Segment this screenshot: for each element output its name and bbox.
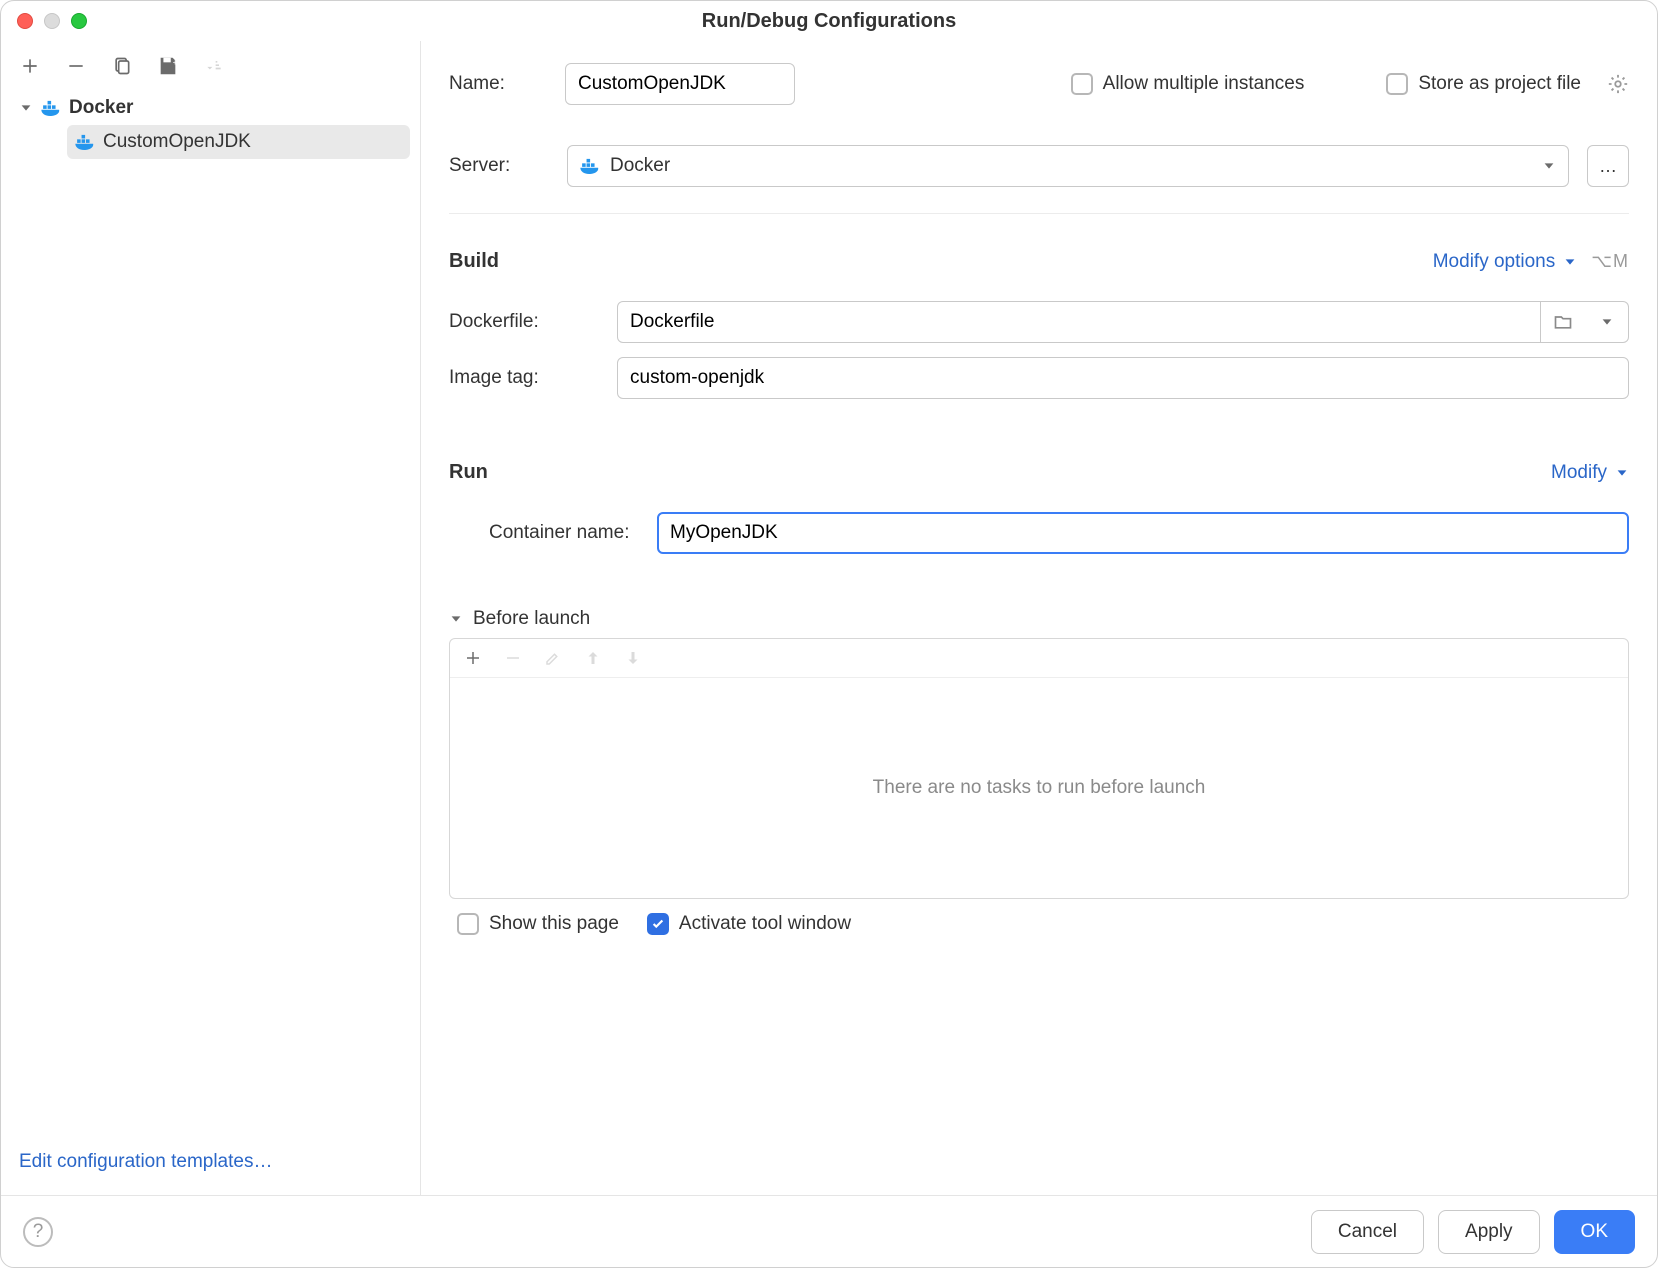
config-tree: Docker CustomOpenJDK [1,85,420,165]
docker-icon [580,158,600,174]
tree-node-customopenjdk[interactable]: CustomOpenJDK [67,125,410,159]
build-modify-options-link[interactable]: Modify options [1433,251,1578,273]
edit-task-icon [544,649,562,667]
add-config-icon[interactable] [19,55,41,77]
remove-task-icon [504,649,522,667]
activate-tool-window-checkbox[interactable]: Activate tool window [647,913,851,935]
gear-icon[interactable] [1607,73,1629,95]
docker-icon [41,100,61,116]
before-launch-section: Before launch [449,608,1629,899]
before-launch-empty: There are no tasks to run before launch [450,678,1628,898]
titlebar: Run/Debug Configurations [1,1,1657,41]
container-name-input[interactable] [657,512,1629,554]
cancel-button[interactable]: Cancel [1311,1210,1424,1254]
ok-button[interactable]: OK [1554,1210,1635,1254]
image-tag-input[interactable] [617,357,1629,399]
dialog-title: Run/Debug Configurations [702,10,956,33]
name-label: Name: [449,73,539,95]
sidebar-footer: Edit configuration templates… [1,1133,420,1195]
server-value: Docker [610,155,670,177]
store-project-checkbox[interactable]: Store as project file [1386,73,1581,95]
build-shortcut: ⌥M [1591,251,1629,272]
before-launch-title: Before launch [473,608,590,630]
tree-node-label: CustomOpenJDK [103,131,251,153]
activate-tool-window-label: Activate tool window [679,913,851,935]
allow-multiple-label: Allow multiple instances [1103,73,1305,95]
before-launch-toolbar [450,639,1628,678]
move-up-icon [584,649,602,667]
store-project-label: Store as project file [1418,73,1581,95]
image-tag-label: Image tag: [449,367,599,389]
run-title: Run [449,461,488,484]
save-config-icon[interactable]: + [157,55,179,77]
server-label: Server: [449,155,549,177]
maximize-window-icon[interactable] [71,13,87,29]
tree-node-label: Docker [69,97,133,119]
checkbox-icon [457,913,479,935]
run-modify-link[interactable]: Modify [1551,462,1629,484]
remove-config-icon[interactable] [65,55,87,77]
window-controls [17,13,87,29]
server-browse-button[interactable]: … [1587,145,1629,187]
dialog-footer: ? Cancel Apply OK [1,1195,1657,1267]
tree-node-docker[interactable]: Docker [11,91,410,125]
build-title: Build [449,250,499,273]
chevron-down-icon [19,101,33,115]
before-launch-toggle[interactable]: Before launch [449,608,1629,630]
main-panel: Name: Allow multiple instances Store as … [421,41,1657,1195]
checkbox-icon [1386,73,1408,95]
add-task-icon[interactable] [464,649,482,667]
move-down-icon [624,649,642,667]
bottom-options: Show this page Activate tool window [449,899,1629,953]
folder-icon [1553,312,1573,332]
help-icon[interactable]: ? [23,1217,53,1247]
container-name-label: Container name: [449,522,639,544]
checkbox-checked-icon [647,913,669,935]
chevron-down-icon [1600,315,1614,329]
run-section: Run Modify Container name: [449,453,1629,568]
before-launch-box: There are no tasks to run before launch [449,638,1629,899]
sidebar-toolbar: + [1,41,420,85]
apply-button[interactable]: Apply [1438,1210,1540,1254]
dialog-window: Run/Debug Configurations + [0,0,1658,1268]
svg-text:+: + [173,58,178,67]
sidebar: + Docker [1,41,421,1195]
chevron-down-icon [449,612,463,626]
dockerfile-browse-button[interactable] [1541,301,1585,343]
show-this-page-checkbox[interactable]: Show this page [457,913,619,935]
edit-templates-link[interactable]: Edit configuration templates… [19,1151,272,1172]
chevron-down-icon [1542,159,1556,173]
dockerfile-input[interactable] [617,301,1541,343]
minimize-window-icon [44,13,60,29]
show-this-page-label: Show this page [489,913,619,935]
close-window-icon[interactable] [17,13,33,29]
server-select[interactable]: Docker [567,145,1569,187]
allow-multiple-checkbox[interactable]: Allow multiple instances [1071,73,1305,95]
dockerfile-label: Dockerfile: [449,311,599,333]
dockerfile-dropdown-button[interactable] [1585,301,1629,343]
docker-icon [75,134,95,150]
name-input[interactable] [565,63,795,105]
checkbox-icon [1071,73,1093,95]
dialog-body: + Docker [1,41,1657,1195]
copy-config-icon[interactable] [111,55,133,77]
sort-config-icon [203,55,225,77]
ellipsis-icon: … [1599,156,1617,177]
build-section: Build Modify options ⌥M Dockerfile: [449,242,1629,413]
